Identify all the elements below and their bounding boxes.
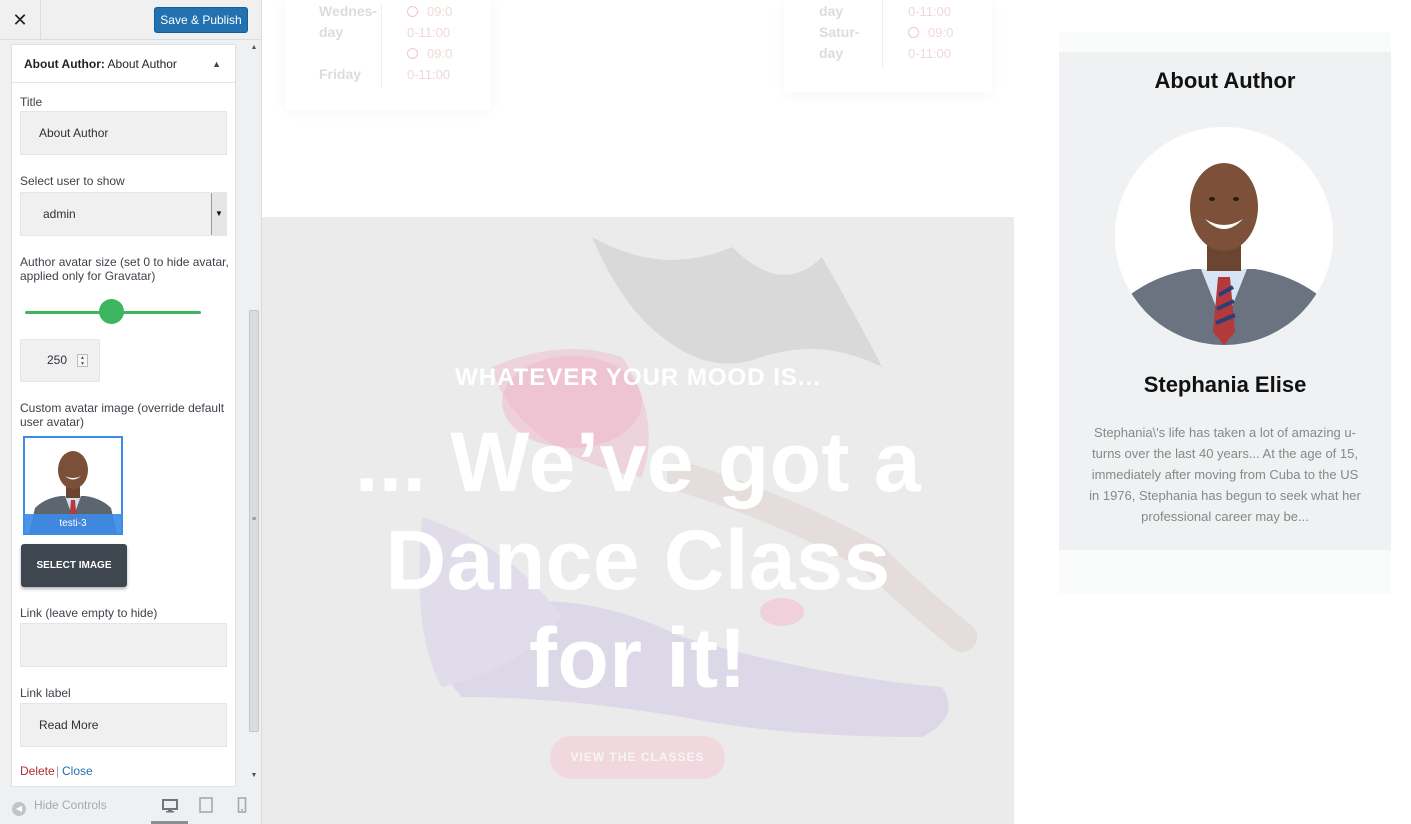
title-input[interactable]: About Author: [20, 111, 227, 155]
delete-widget-link[interactable]: Delete: [20, 764, 55, 778]
sidebar-header: ✕ Save & Publish: [0, 0, 261, 40]
schedule-card-right: day 0-11:00 Satur- 09:0 day 0-11:00: [784, 0, 992, 92]
scroll-down-arrow-icon[interactable]: ▼: [248, 772, 260, 780]
dropdown-arrow-icon[interactable]: ▼: [211, 193, 226, 235]
schedule-time: 0-11:00: [407, 67, 451, 82]
widget-header[interactable]: About Author: About Author ▲: [12, 45, 235, 83]
mobile-icon[interactable]: [232, 795, 252, 815]
hero-title-line: ... We’ve got a: [354, 415, 922, 509]
hero-title: ... We’ve got a Dance Class for it!: [302, 413, 974, 707]
author-name: Stephania Elise: [1143, 372, 1307, 397]
hero-subtitle: WHATEVER YOUR MOOD IS...: [455, 364, 821, 391]
schedule-time: 09:0: [407, 43, 452, 64]
customizer-sidebar: ✕ Save & Publish About Author: About Aut…: [0, 0, 262, 824]
collapse-caret-icon[interactable]: ▲: [212, 45, 221, 83]
spin-arrows-icon[interactable]: ▲ ▼: [77, 354, 88, 367]
schedule-time: 0-11:00: [407, 25, 451, 40]
clock-icon: [407, 6, 418, 17]
schedule-time-text: 09:0: [427, 46, 453, 61]
link-label-label: Link label: [20, 686, 71, 700]
collapse-arrow-icon: ◀: [12, 802, 26, 816]
schedule-day: Friday: [319, 66, 362, 82]
avatar-size-input[interactable]: 250: [20, 339, 100, 382]
schedule-day: day: [319, 24, 344, 40]
select-image-button[interactable]: SELECT IMAGE: [21, 544, 127, 587]
schedule-day: day: [819, 45, 844, 61]
close-customizer-button[interactable]: ✕: [0, 0, 41, 40]
user-select-label: Select user to show: [20, 174, 125, 188]
hide-controls-button[interactable]: ◀ Hide Controls: [12, 798, 107, 816]
user-select-value: admin: [43, 207, 76, 221]
schedule-card-left: Wednes- 09:0 day 0-11:00 09:0 Friday 0-1…: [285, 0, 491, 110]
schedule-time-text: 09:0: [427, 4, 453, 19]
widget-panel: About Author: About Author ▲ Title About…: [11, 44, 236, 787]
close-widget-link[interactable]: Close: [62, 764, 93, 778]
scroll-up-arrow-icon[interactable]: ▲: [248, 44, 260, 52]
customizer-app: ✕ Save & Publish About Author: About Aut…: [0, 0, 1411, 824]
view-classes-button[interactable]: VIEW THE CLASSES: [550, 736, 725, 779]
desktop-icon[interactable]: [160, 795, 180, 815]
hero-title-line: for it!: [528, 611, 748, 705]
schedule-time: 0-11:00: [908, 4, 952, 19]
sidebar-footer: ◀ Hide Controls: [0, 787, 261, 824]
widget-header-prefix: About Author:: [24, 57, 105, 71]
schedule-time: 0-11:00: [908, 46, 952, 61]
avatar-size-label: Author avatar size (set 0 to hide avatar…: [20, 255, 229, 283]
author-bio: Stephania\'s life has taken a lot of ama…: [1089, 425, 1361, 524]
schedule-time: 09:0: [407, 1, 452, 22]
schedule-divider: [381, 4, 382, 88]
sidebar-scrollbar[interactable]: ▲ ≡ ▼: [248, 44, 260, 784]
schedule-time: 09:0: [908, 22, 953, 43]
custom-avatar-thumbnail[interactable]: testi-3: [23, 436, 123, 535]
schedule-divider: [882, 0, 883, 68]
avatar-size-slider-handle[interactable]: [98, 299, 124, 324]
schedule-day: Satur-: [819, 24, 860, 40]
custom-avatar-label: Custom avatar image (override default us…: [20, 401, 225, 429]
schedule-day: day: [819, 3, 844, 19]
schedule-time-text: 09:0: [928, 25, 954, 40]
hero-title-line: Dance Class: [385, 513, 891, 607]
site-preview: Wednes- 09:0 day 0-11:00 09:0 Friday 0-1…: [262, 0, 1411, 824]
save-publish-button[interactable]: Save & Publish: [154, 7, 248, 33]
tablet-icon[interactable]: [196, 795, 216, 815]
widget-header-title: About Author: [107, 57, 177, 71]
clock-icon: [407, 48, 418, 59]
author-widget-title: About Author: [1154, 68, 1296, 93]
about-author-widget: About Author Stephania Elise Stephania\'…: [1059, 52, 1391, 550]
hide-controls-label: Hide Controls: [34, 798, 107, 812]
hero-section: WHATEVER YOUR MOOD IS... ... We’ve got a…: [262, 217, 1014, 824]
scrollbar-thumb[interactable]: ≡: [249, 310, 259, 732]
scrollbar-grip-icon: ≡: [251, 516, 257, 523]
schedule-day: Wednes-: [319, 3, 378, 19]
thumbnail-caption: testi-3: [25, 514, 121, 533]
title-label: Title: [20, 95, 43, 109]
author-portrait-image: [1115, 127, 1333, 345]
link-label-input[interactable]: Read More: [20, 703, 227, 747]
link-separator: |: [56, 764, 60, 778]
link-label: Link (leave empty to hide): [20, 606, 158, 620]
user-select[interactable]: admin ▼: [20, 192, 227, 236]
author-avatar: [1115, 127, 1333, 345]
clock-icon: [908, 27, 919, 38]
link-input[interactable]: [20, 623, 227, 667]
